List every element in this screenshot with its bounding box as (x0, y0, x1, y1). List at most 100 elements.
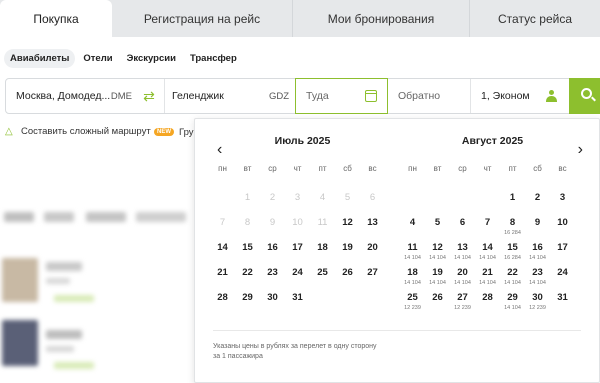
weekday-header: пн вт ср чт пт сб вс (210, 164, 395, 176)
calendar-day[interactable]: 31 (285, 286, 310, 311)
calendar-icon (365, 90, 377, 102)
day-number: 17 (557, 242, 568, 253)
calendar-day[interactable]: 18 (310, 236, 335, 261)
calendar-day[interactable]: 21 (210, 261, 235, 286)
calendar-day[interactable]: 13 (360, 211, 385, 236)
passengers-value: 1, Эконом (481, 90, 530, 102)
empty-day (450, 186, 475, 211)
calendar-day[interactable]: 4 (400, 211, 425, 236)
blurred-content (4, 212, 34, 222)
calendar-day[interactable]: 5 (425, 211, 450, 236)
calendar-day[interactable]: 27 (360, 261, 385, 286)
day-number: 8 (244, 217, 251, 228)
calendar-day[interactable]: 29 14 104 (500, 286, 525, 311)
day-number: 18 (407, 267, 418, 278)
calendar-day[interactable]: 27 12 239 (450, 286, 475, 311)
subtab-transfer[interactable]: Трансфер (184, 49, 243, 68)
calendar-day[interactable]: 2 (525, 186, 550, 211)
calendar-day[interactable]: 22 14 104 (500, 261, 525, 286)
day-number: 30 (267, 292, 278, 303)
calendar-day[interactable]: 28 (210, 286, 235, 311)
calendar-day[interactable]: 24 (285, 261, 310, 286)
calendar-day[interactable]: 20 14 104 (450, 261, 475, 286)
subtab-flights[interactable]: Авиабилеты (4, 48, 76, 68)
calendar-day[interactable]: 14 (210, 236, 235, 261)
calendar-day[interactable]: 6 (450, 211, 475, 236)
search-button[interactable] (569, 78, 600, 114)
destination-field[interactable]: Геленджик GDZ (164, 79, 295, 113)
swap-arrows-icon[interactable]: ⇄ (140, 87, 158, 105)
calendar-day[interactable]: 14 14 104 (475, 236, 500, 261)
calendar-day[interactable]: 20 (360, 236, 385, 261)
day-number: 28 (217, 292, 228, 303)
days-grid: 1 2 3 4 5 6 7 8 16 284 9 10 11 14 104 12 14 104 13 14 10… (400, 186, 585, 311)
day-number: 16 (532, 242, 543, 253)
tab-flight-status[interactable]: Статус рейса (470, 0, 600, 37)
calendar-day[interactable]: 12 (335, 211, 360, 236)
day-price: 12 239 (404, 305, 421, 311)
calendar-day[interactable]: 29 (235, 286, 260, 311)
calendar-day[interactable]: 10 (550, 211, 575, 236)
month-august: Август 2025 пн вт ср чт пт сб вс 1 2 3 4 5 6 7 8 16 28… (400, 132, 585, 311)
day-number: 14 (217, 242, 228, 253)
calendar-day[interactable]: 8 16 284 (500, 211, 525, 236)
calendar-day[interactable]: 1 (500, 186, 525, 211)
complex-route-label: Составить сложный маршрут (21, 126, 151, 137)
calendar-day[interactable]: 7 (475, 211, 500, 236)
price-note: Указаны цены в рублях за перелет в одну … (213, 343, 377, 360)
day-number: 25 (407, 292, 418, 303)
calendar-day[interactable]: 17 (285, 236, 310, 261)
destination-code: GDZ (268, 90, 289, 102)
calendar-day[interactable]: 16 (260, 236, 285, 261)
group-booking-link[interactable]: Гру (179, 127, 194, 138)
calendar-day[interactable]: 31 (550, 286, 575, 311)
passengers-field[interactable]: 1, Эконом (471, 79, 569, 113)
calendar-day[interactable]: 26 (425, 286, 450, 311)
calendar-day[interactable]: 22 (235, 261, 260, 286)
calendar-day[interactable]: 9 (525, 211, 550, 236)
empty-day (210, 186, 235, 211)
calendar-day[interactable]: 16 14 104 (525, 236, 550, 261)
calendar-day[interactable]: 15 (235, 236, 260, 261)
day-number: 11 (317, 217, 328, 228)
departure-placeholder: Туда (306, 90, 329, 102)
calendar-day[interactable]: 21 14 104 (475, 261, 500, 286)
calendar-day[interactable]: 25 12 239 (400, 286, 425, 311)
calendar-day[interactable]: 17 (550, 236, 575, 261)
subtab-excursions[interactable]: Экскурсии (121, 49, 182, 68)
day-number: 24 (557, 267, 568, 278)
day-number: 13 (367, 217, 378, 228)
calendar-day[interactable]: 23 (260, 261, 285, 286)
return-date-field[interactable]: Обратно (388, 79, 471, 113)
tab-my-bookings[interactable]: Мои бронирования (293, 0, 470, 37)
calendar-day[interactable]: 15 16 284 (500, 236, 525, 261)
calendar-day[interactable]: 24 (550, 261, 575, 286)
blurred-content (46, 278, 70, 284)
tab-purchase[interactable]: Покупка (0, 0, 112, 37)
calendar-day[interactable]: 19 14 104 (425, 261, 450, 286)
calendar-day[interactable]: 19 (335, 236, 360, 261)
complex-route-link[interactable]: △ Составить сложный маршрут (5, 126, 151, 137)
day-number: 21 (217, 267, 228, 278)
departure-date-field[interactable]: Туда (295, 78, 388, 114)
empty-day (475, 186, 500, 211)
calendar-day[interactable]: 26 (335, 261, 360, 286)
subtab-hotels[interactable]: Отели (77, 49, 118, 68)
divider (213, 330, 581, 331)
tab-check-in[interactable]: Регистрация на рейс (112, 0, 293, 37)
date-picker: ‹ › Июль 2025 пн вт ср чт пт сб вс 1 2 3 4 5 6 7 8 9 10… (194, 118, 600, 383)
calendar-day[interactable]: 12 14 104 (425, 236, 450, 261)
calendar-day[interactable]: 11 14 104 (400, 236, 425, 261)
calendar-day[interactable]: 28 (475, 286, 500, 311)
calendar-day[interactable]: 25 (310, 261, 335, 286)
origin-field[interactable]: Москва, Домодед... DME (6, 79, 138, 113)
calendar-day[interactable]: 23 14 104 (525, 261, 550, 286)
calendar-day[interactable]: 3 (550, 186, 575, 211)
calendar-day[interactable]: 13 14 104 (450, 236, 475, 261)
weekday-label: пт (508, 164, 517, 173)
calendar-day[interactable]: 18 14 104 (400, 261, 425, 286)
day-number: 10 (292, 217, 303, 228)
calendar-day[interactable]: 30 (260, 286, 285, 311)
calendar-day[interactable]: 30 12 239 (525, 286, 550, 311)
day-number: 6 (369, 192, 376, 203)
